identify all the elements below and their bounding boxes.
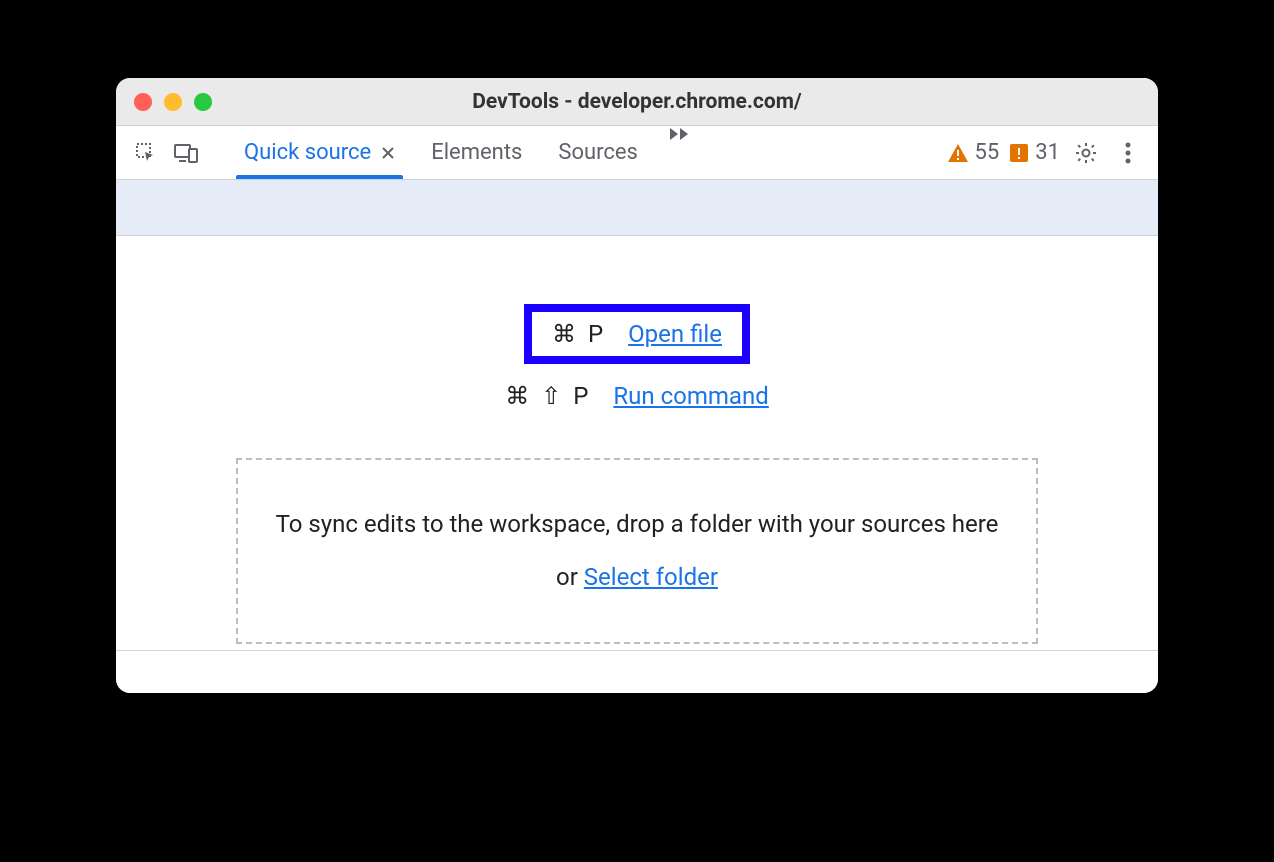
titlebar: DevTools - developer.chrome.com/ bbox=[116, 78, 1158, 126]
maximize-window-button[interactable] bbox=[194, 93, 212, 111]
warning-icon bbox=[947, 143, 969, 163]
more-tabs-icon[interactable] bbox=[656, 126, 704, 179]
window-controls bbox=[134, 93, 212, 111]
minimize-window-button[interactable] bbox=[164, 93, 182, 111]
tab-sources[interactable]: Sources bbox=[540, 126, 656, 179]
shortcut-keys: ⌘ ⇧ P bbox=[505, 382, 591, 410]
workspace-dropzone[interactable]: To sync edits to the workspace, drop a f… bbox=[236, 458, 1038, 644]
inspect-element-icon[interactable] bbox=[130, 137, 162, 169]
issues-count: 31 bbox=[1035, 140, 1060, 165]
open-file-link[interactable]: Open file bbox=[628, 320, 722, 348]
secondary-toolbar bbox=[116, 180, 1158, 236]
tab-label: Sources bbox=[558, 140, 638, 165]
warnings-counter[interactable]: 55 bbox=[947, 140, 1000, 165]
tab-strip: Quick source Elements Sources bbox=[226, 126, 704, 179]
run-command-shortcut: ⌘ ⇧ P Run command bbox=[505, 382, 769, 410]
quick-source-panel: ⌘ P Open file ⌘ ⇧ P Run command To sync … bbox=[116, 236, 1158, 651]
close-tab-icon[interactable] bbox=[381, 146, 395, 160]
main-toolbar: Quick source Elements Sources bbox=[116, 126, 1158, 180]
more-options-icon[interactable] bbox=[1112, 137, 1144, 169]
issue-icon bbox=[1009, 143, 1029, 163]
settings-icon[interactable] bbox=[1070, 137, 1102, 169]
select-folder-link[interactable]: Select folder bbox=[584, 563, 718, 591]
toolbar-right: 55 31 bbox=[947, 137, 1144, 169]
run-command-link[interactable]: Run command bbox=[613, 382, 768, 410]
tab-label: Quick source bbox=[244, 140, 371, 165]
devtools-window: DevTools - developer.chrome.com/ Quick s… bbox=[116, 78, 1158, 693]
warnings-count: 55 bbox=[975, 140, 1000, 165]
shortcut-keys: ⌘ P bbox=[552, 320, 606, 348]
tab-elements[interactable]: Elements bbox=[413, 126, 540, 179]
close-window-button[interactable] bbox=[134, 93, 152, 111]
tab-label: Elements bbox=[431, 140, 522, 165]
shortcuts-list: ⌘ P Open file ⌘ ⇧ P Run command bbox=[136, 304, 1138, 410]
open-file-shortcut: ⌘ P Open file bbox=[524, 304, 750, 364]
issues-counter[interactable]: 31 bbox=[1009, 140, 1060, 165]
bottom-spacer bbox=[116, 651, 1158, 693]
device-toggle-icon[interactable] bbox=[170, 137, 202, 169]
tab-quick-source[interactable]: Quick source bbox=[226, 126, 413, 179]
window-title: DevTools - developer.chrome.com/ bbox=[472, 90, 801, 114]
